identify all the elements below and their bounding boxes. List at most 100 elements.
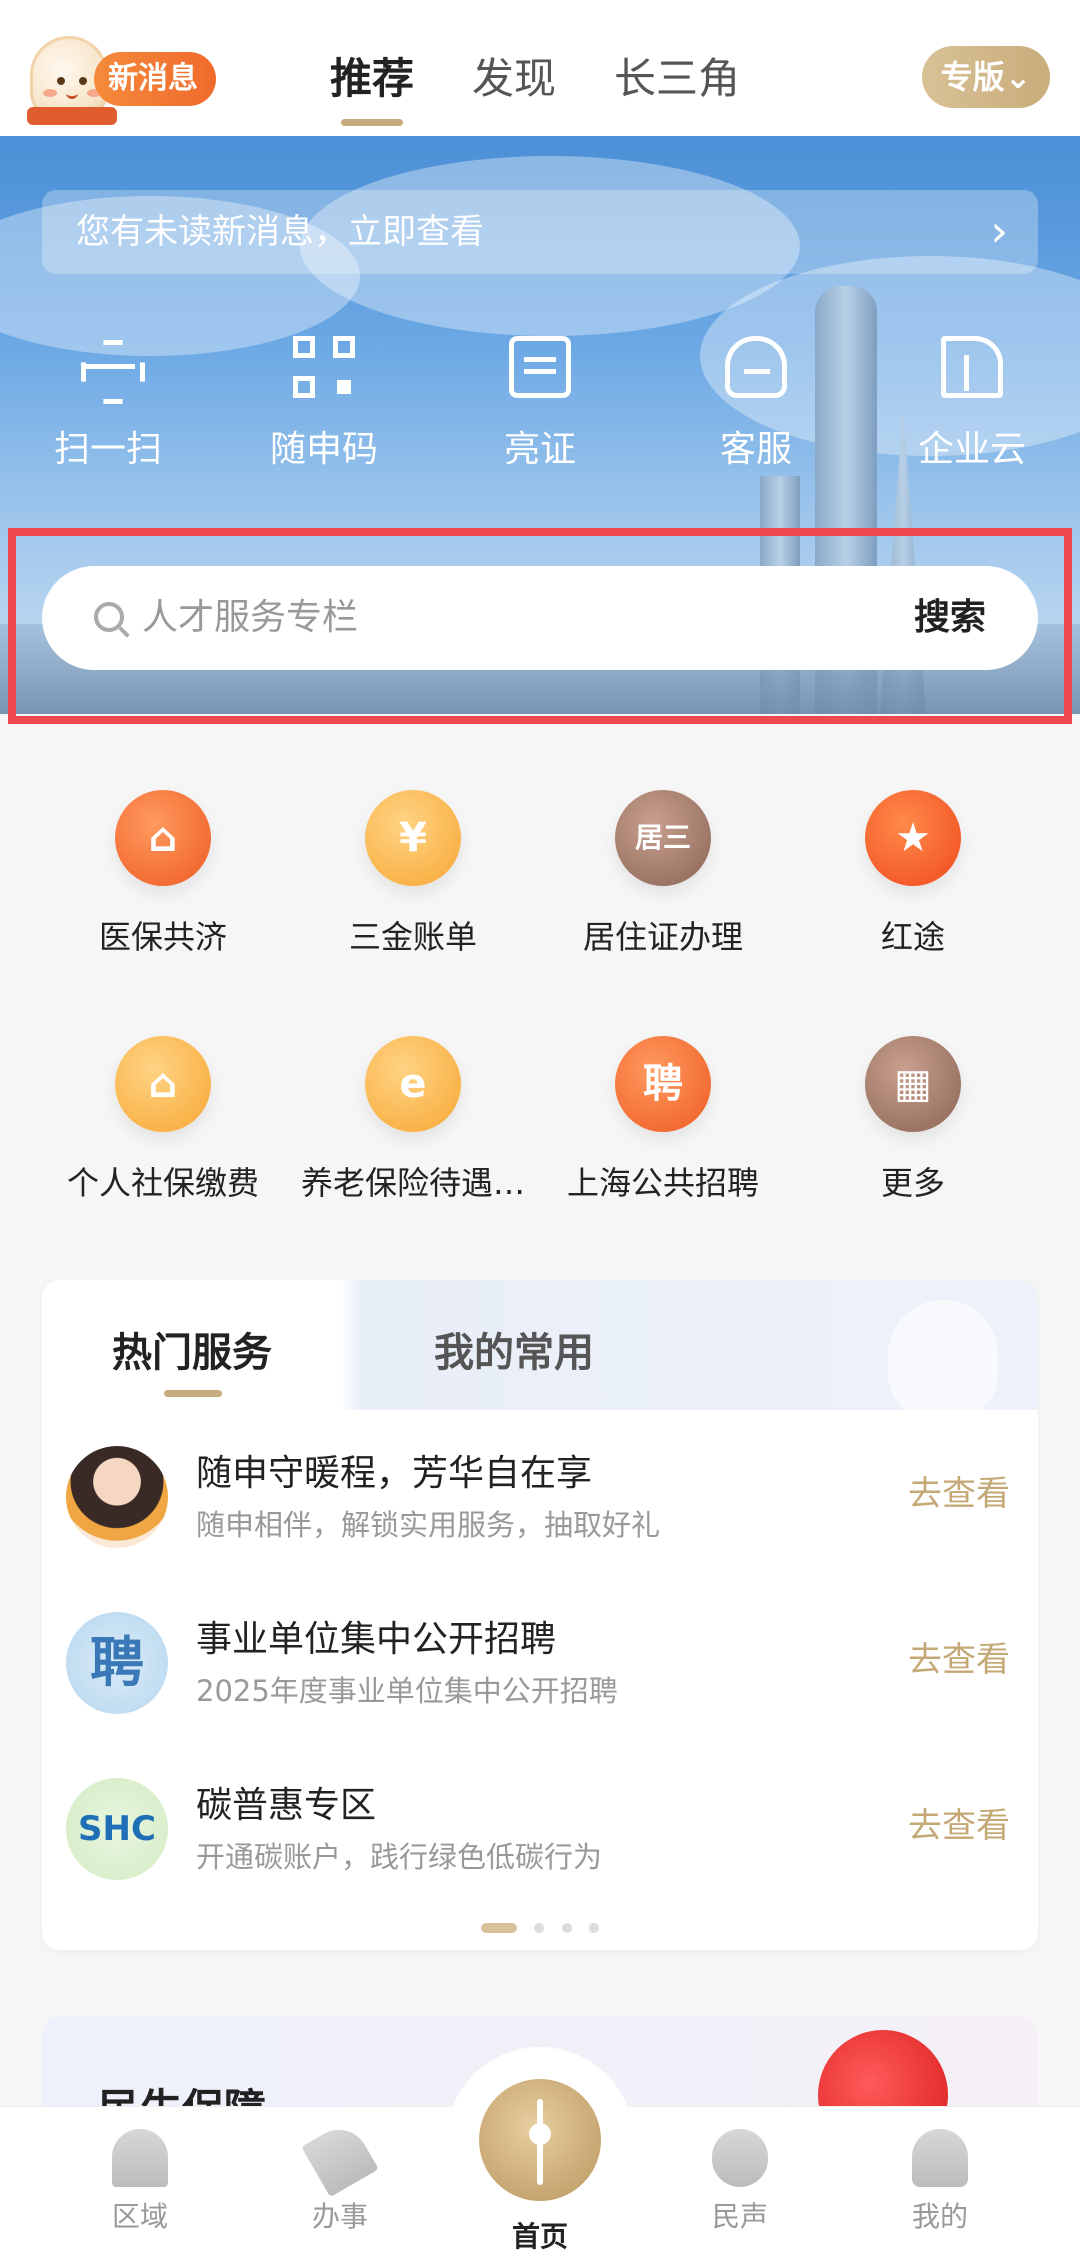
quick-scan[interactable]: 扫一扫 <box>0 336 216 472</box>
list-item[interactable]: SHC 碳普惠专区 开通碳账户，践行绿色低碳行为 去查看 <box>42 1748 1038 1914</box>
family-home-icon: ⌂ <box>115 790 211 886</box>
chevron-right-icon: › <box>990 206 1008 257</box>
red-star-icon: ★ <box>865 790 961 886</box>
top-tabs: 推荐 发现 长三角 <box>330 44 740 114</box>
yuan-coin-icon: ¥ <box>365 790 461 886</box>
mascot-mouth <box>66 91 78 99</box>
item-subtitle: 开通碳账户，践行绿色低碳行为 <box>196 1840 603 1874</box>
service-label: 养老保险待遇… <box>300 1164 525 1202</box>
item-subtitle: 2025年度事业单位集中公开招聘 <box>196 1674 618 1708</box>
tab-recommend[interactable]: 推荐 <box>330 44 414 114</box>
view-link[interactable]: 去查看 <box>908 1632 1010 1681</box>
search-button[interactable]: 搜索 <box>914 566 986 670</box>
recruit-icon: 聘 <box>615 1036 711 1132</box>
new-message-badge[interactable]: 新消息 <box>94 52 216 106</box>
list-item[interactable]: 聘 事业单位集中公开招聘 2025年度事业单位集中公开招聘 去查看 <box>42 1582 1038 1748</box>
mascot-eye <box>57 77 65 85</box>
recruit-thumbnail: 聘 <box>66 1612 168 1714</box>
service-three-funds-bill[interactable]: ¥ 三金账单 <box>288 790 538 1036</box>
service-label: 红途 <box>880 918 945 956</box>
mascot-eye <box>79 77 87 85</box>
home-tower-icon[interactable] <box>479 2079 601 2201</box>
edition-switch-button[interactable]: 专版⌄ <box>922 46 1050 108</box>
qr-code-icon <box>293 336 355 398</box>
nav-label: 我的 <box>911 2200 968 2233</box>
bottom-navigation: 区域 办事 首页 民声 我的 <box>0 2047 1080 2268</box>
nav-public-voice[interactable]: 民声 <box>640 2107 840 2235</box>
item-subtitle: 随申相伴，解锁实用服务，抽取好礼 <box>196 1508 661 1542</box>
flame-icon <box>888 1300 998 1420</box>
pagination-dots <box>42 1918 1038 1937</box>
service-label: 医保共济 <box>98 918 227 956</box>
carbon-logo-thumbnail: SHC <box>66 1778 168 1880</box>
page-dot <box>534 1923 545 1933</box>
view-link[interactable]: 去查看 <box>908 1466 1010 1515</box>
nav-mine[interactable]: 我的 <box>840 2107 1040 2235</box>
nav-home-label[interactable]: 首页 <box>440 2215 640 2255</box>
service-medical-mutual-aid[interactable]: ⌂ 医保共济 <box>38 790 288 1036</box>
scan-icon <box>77 336 139 398</box>
quick-actions: 扫一扫 随申码 亮证 客服 企业云 <box>0 336 1080 472</box>
service-more[interactable]: ▦ 更多 <box>788 1036 1038 1282</box>
service-label: 居住证办理 <box>582 918 743 956</box>
quick-cert-label: 亮证 <box>503 429 576 470</box>
headset-icon <box>725 336 787 398</box>
hot-services-card: 热门服务 我的常用 随申守暖程，芳华自在享 随申相伴，解锁实用服务，抽取好礼 去… <box>42 1280 1038 1950</box>
service-label: 上海公共招聘 <box>566 1164 759 1202</box>
magnolia-icon <box>712 2129 768 2187</box>
service-grid: ⌂ 医保共济 ¥ 三金账单 居三 居住证办理 ★ 红途 ⌂ 个人社保缴费 e 养… <box>0 790 1080 1282</box>
service-red-route[interactable]: ★ 红途 <box>788 790 1038 1036</box>
item-title: 碳普惠专区 <box>196 1785 377 1826</box>
quick-show-cert[interactable]: 亮证 <box>432 336 648 472</box>
search-icon <box>94 602 124 632</box>
item-title: 事业单位集中公开招聘 <box>196 1619 557 1660</box>
quick-service-label: 客服 <box>719 429 792 470</box>
residence-card-icon: 居三 <box>615 790 711 886</box>
nav-region[interactable]: 区域 <box>40 2107 240 2235</box>
top-bar: 新消息 推荐 发现 长三角 专版⌄ <box>0 0 1080 136</box>
pen-icon <box>301 2118 379 2198</box>
tab-my-favorites[interactable]: 我的常用 <box>434 1320 594 1378</box>
tab-discover[interactable]: 发现 <box>472 44 556 114</box>
service-public-recruitment[interactable]: 聘 上海公共招聘 <box>538 1036 788 1282</box>
unread-notice-bar[interactable]: 您有未读新消息，立即查看 › <box>42 190 1038 274</box>
nav-label: 民声 <box>711 2200 768 2233</box>
mascot-blush <box>43 89 57 97</box>
list-item[interactable]: 随申守暖程，芳华自在享 随申相伴，解锁实用服务，抽取好礼 去查看 <box>42 1416 1038 1582</box>
building-icon <box>941 336 1003 398</box>
quick-enterprise-cloud[interactable]: 企业云 <box>864 336 1080 472</box>
item-title: 随申守暖程，芳华自在享 <box>196 1453 593 1494</box>
hot-tabbar: 热门服务 我的常用 <box>42 1280 1038 1420</box>
search-input[interactable]: 人才服务专栏 <box>142 566 358 670</box>
quick-scan-label: 扫一扫 <box>53 429 162 470</box>
page-dot-active <box>481 1923 518 1933</box>
search-bar[interactable]: 人才服务专栏 搜索 <box>42 566 1038 670</box>
quick-code-label: 随申码 <box>269 429 378 470</box>
social-insurance-icon: ⌂ <box>115 1036 211 1132</box>
tab-hot-services[interactable]: 热门服务 <box>112 1320 272 1397</box>
quick-suishen-code[interactable]: 随申码 <box>216 336 432 472</box>
service-pension-benefits[interactable]: e 养老保险待遇… <box>288 1036 538 1282</box>
tab-yangtze-delta[interactable]: 长三角 <box>614 44 740 114</box>
quick-enterprise-label: 企业云 <box>917 429 1026 470</box>
promo-woman-thumbnail <box>66 1446 168 1548</box>
service-label: 更多 <box>880 1164 945 1202</box>
person-icon <box>912 2129 968 2187</box>
id-card-icon <box>509 336 571 398</box>
nav-label: 区域 <box>111 2200 168 2233</box>
pension-doc-icon: e <box>365 1036 461 1132</box>
quick-customer-service[interactable]: 客服 <box>648 336 864 472</box>
page-dot <box>561 1923 572 1933</box>
nav-label: 办事 <box>311 2200 368 2233</box>
notice-text: 您有未读新消息，立即查看 <box>76 212 484 252</box>
service-residence-permit[interactable]: 居三 居住证办理 <box>538 790 788 1036</box>
mascot-plate <box>27 107 117 125</box>
view-link[interactable]: 去查看 <box>908 1798 1010 1847</box>
nav-services[interactable]: 办事 <box>240 2107 440 2235</box>
service-label: 三金账单 <box>348 918 477 956</box>
page-dot <box>588 1923 599 1933</box>
more-grid-icon: ▦ <box>865 1036 961 1132</box>
arch-gate-icon <box>112 2129 168 2187</box>
service-social-insurance-payment[interactable]: ⌂ 个人社保缴费 <box>38 1036 288 1282</box>
service-label: 个人社保缴费 <box>66 1164 259 1202</box>
